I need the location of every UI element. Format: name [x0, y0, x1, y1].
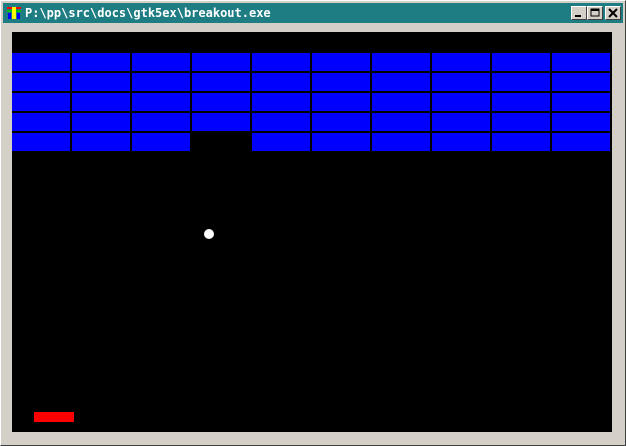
brick-r3-c2	[72, 93, 130, 111]
brick-r4-c4	[192, 113, 250, 131]
brick-r1-c9	[492, 53, 550, 71]
brick-r3-c3	[132, 93, 190, 111]
brick-r2-c4	[192, 73, 250, 91]
paddle[interactable]	[34, 412, 74, 422]
close-button[interactable]	[605, 6, 621, 20]
window-title: P:\pp\src\docs\gtk5ex\breakout.exe	[25, 6, 271, 20]
brick-r3-c1	[12, 93, 70, 111]
maximize-icon	[590, 8, 600, 17]
brick-r3-c10	[552, 93, 610, 111]
game-canvas[interactable]	[12, 32, 612, 432]
close-icon	[608, 8, 618, 18]
brick-r2-c2	[72, 73, 130, 91]
brick-r2-c6	[312, 73, 370, 91]
brick-r2-c1	[12, 73, 70, 91]
brick-r2-c7	[372, 73, 430, 91]
brick-r1-c5	[252, 53, 310, 71]
minimize-button[interactable]	[571, 6, 587, 20]
brick-r1-c10	[552, 53, 610, 71]
brick-r4-c9	[492, 113, 550, 131]
brick-r2-c10	[552, 73, 610, 91]
brick-r1-c8	[432, 53, 490, 71]
brick-r5-c1	[12, 133, 70, 151]
brick-r4-c2	[72, 113, 130, 131]
brick-r1-c7	[372, 53, 430, 71]
brick-r1-c2	[72, 53, 130, 71]
brick-r5-c2	[72, 133, 130, 151]
minimize-icon	[575, 15, 581, 17]
brick-r1-c3	[132, 53, 190, 71]
brick-r2-c5	[252, 73, 310, 91]
brick-r3-c6	[312, 93, 370, 111]
brick-r5-c5	[252, 133, 310, 151]
brick-r3-c9	[492, 93, 550, 111]
brick-r2-c9	[492, 73, 550, 91]
brick-r5-c6	[312, 133, 370, 151]
app-icon[interactable]	[6, 5, 22, 21]
ball	[204, 229, 214, 239]
brick-r1-c6	[312, 53, 370, 71]
title-bar[interactable]: P:\pp\src\docs\gtk5ex\breakout.exe	[3, 3, 623, 23]
brick-r3-c7	[372, 93, 430, 111]
brick-r5-c7	[372, 133, 430, 151]
brick-r1-c4	[192, 53, 250, 71]
brick-r3-c8	[432, 93, 490, 111]
brick-r5-c3	[132, 133, 190, 151]
brick-r5-c8	[432, 133, 490, 151]
brick-r5-c9	[492, 133, 550, 151]
brick-r4-c10	[552, 113, 610, 131]
brick-r2-c8	[432, 73, 490, 91]
brick-r4-c6	[312, 113, 370, 131]
brick-r4-c7	[372, 113, 430, 131]
brick-r2-c3	[132, 73, 190, 91]
brick-r3-c4	[192, 93, 250, 111]
brick-r1-c1	[12, 53, 70, 71]
brick-r4-c1	[12, 113, 70, 131]
brick-r4-c5	[252, 113, 310, 131]
maximize-button[interactable]	[587, 6, 603, 20]
brick-r5-c10	[552, 133, 610, 151]
brick-r3-c5	[252, 93, 310, 111]
brick-r4-c3	[132, 113, 190, 131]
brick-r4-c8	[432, 113, 490, 131]
